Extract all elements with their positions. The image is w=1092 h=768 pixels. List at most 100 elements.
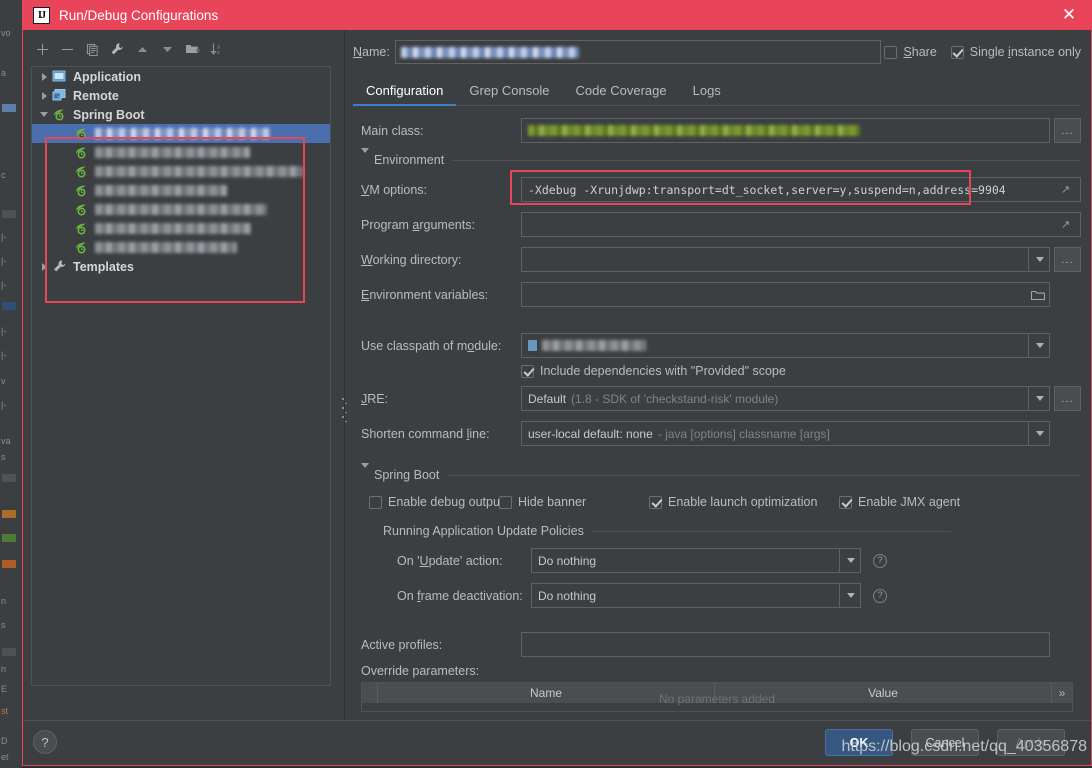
tab-logs[interactable]: Logs	[680, 79, 734, 105]
svg-text:z: z	[217, 50, 220, 56]
jre-value: Default	[528, 391, 567, 406]
main-class-browse-button[interactable]: ...	[1054, 118, 1081, 143]
ide-bg-text: |-	[1, 400, 7, 410]
chevron-down-icon[interactable]	[36, 112, 52, 117]
on-update-action-select[interactable]: Do nothing	[531, 548, 861, 573]
arrow-down-icon[interactable]	[156, 38, 178, 60]
tree-item-spring-boot[interactable]: Spring Boot	[32, 105, 330, 124]
chevron-down-icon[interactable]	[361, 468, 369, 482]
tree-item-application[interactable]: Application	[32, 67, 330, 86]
enable-launch-optimization-checkbox-label: Enable launch optimization	[668, 495, 818, 509]
ide-bg-text: va	[1, 436, 11, 446]
spring-boot-group-label: Spring Boot	[374, 468, 440, 482]
vm-options-row: VM options: -Xdebug -Xrunjdwp:transport=…	[361, 170, 1081, 205]
name-input[interactable]	[395, 40, 881, 64]
application-icon	[52, 69, 69, 85]
share-checkbox[interactable]: Share	[884, 45, 937, 59]
tree-item-configuration[interactable]	[32, 181, 330, 200]
folder-icon[interactable]	[1027, 289, 1049, 301]
spring-boot-group-header[interactable]: Spring Boot	[361, 468, 1081, 482]
override-parameters-table[interactable]: Name Value » No parameters added	[361, 682, 1073, 712]
shorten-command-line-select[interactable]: user-local default: none - java [options…	[521, 421, 1050, 446]
environment-variables-input[interactable]	[521, 282, 1050, 307]
tree-item-remote[interactable]: Remote	[32, 86, 330, 105]
group-divider	[452, 159, 1081, 161]
tree-item-configuration[interactable]	[32, 124, 330, 143]
spring-boot-icon	[74, 183, 91, 199]
shorten-command-line-label: Shorten command line:	[361, 426, 490, 441]
expand-editor-icon[interactable]: ↗	[1061, 183, 1081, 196]
wrench-icon[interactable]	[106, 38, 128, 60]
enable-jmx-agent-checkbox-box	[839, 495, 852, 509]
help-button[interactable]: ?	[33, 730, 57, 754]
enable-debug-output-checkbox[interactable]: Enable debug output	[369, 495, 503, 509]
chevron-right-icon[interactable]	[36, 263, 52, 271]
copy-icon[interactable]	[81, 38, 103, 60]
active-profiles-input[interactable]	[521, 632, 1050, 657]
chevron-down-icon[interactable]	[1028, 422, 1049, 445]
use-classpath-of-module-label: Use classpath of module:	[361, 338, 502, 353]
configuration-name-redacted	[95, 166, 303, 177]
configurations-tree[interactable]: Application Remote Spring Boot Templates	[31, 66, 331, 686]
chevron-down-icon[interactable]	[839, 549, 860, 572]
working-directory-input[interactable]	[521, 247, 1050, 272]
expand-editor-icon[interactable]: ↗	[1061, 218, 1081, 231]
use-classpath-of-module-select[interactable]	[521, 333, 1050, 358]
jre-label: JRE:	[361, 391, 389, 406]
tab-grep-console[interactable]: Grep Console	[456, 79, 562, 105]
tree-item-configuration[interactable]	[32, 200, 330, 219]
ide-bg-text: |-	[1, 326, 7, 336]
ide-bg-chip	[2, 510, 16, 518]
chevron-down-icon[interactable]	[361, 153, 369, 167]
vm-options-label: VM options:	[361, 182, 428, 197]
tree-item-configuration[interactable]	[32, 238, 330, 257]
chevron-right-icon[interactable]	[36, 73, 52, 81]
panel-splitter[interactable]	[339, 30, 351, 720]
enable-jmx-agent-checkbox[interactable]: Enable JMX agent	[839, 495, 960, 509]
new-folder-icon[interactable]	[181, 38, 203, 60]
configurations-toolbar: a z	[23, 36, 339, 62]
tree-item-templates[interactable]: Templates	[32, 257, 330, 276]
wrench-icon	[52, 259, 69, 275]
splitter-handle[interactable]	[342, 398, 347, 422]
ide-bg-chip	[2, 302, 16, 310]
chevron-right-icon[interactable]	[36, 92, 52, 100]
main-class-input[interactable]	[521, 118, 1050, 143]
working-directory-browse-button[interactable]: ...	[1054, 247, 1081, 272]
chevron-down-icon[interactable]	[1028, 387, 1049, 410]
ide-bg-chip	[2, 210, 16, 218]
spring-boot-icon	[74, 164, 91, 180]
on-frame-deactivation-select[interactable]: Do nothing	[531, 583, 861, 608]
spring-boot-icon	[74, 221, 91, 237]
vm-options-input[interactable]: -Xdebug -Xrunjdwp:transport=dt_socket,se…	[521, 177, 1081, 202]
chevron-down-icon[interactable]	[1028, 334, 1049, 357]
editor-tabs[interactable]: Configuration Grep Console Code Coverage Lo…	[353, 76, 1081, 106]
hide-banner-checkbox[interactable]: Hide banner	[499, 495, 586, 509]
ide-bg-text: st	[1, 706, 9, 716]
single-instance-only-checkbox[interactable]: Single instance only	[950, 45, 1081, 59]
enable-launch-optimization-checkbox[interactable]: Enable launch optimization	[649, 495, 817, 509]
program-arguments-input[interactable]	[521, 212, 1081, 237]
jre-select[interactable]: Default (1.8 - SDK of 'checkstand-risk' …	[521, 386, 1050, 411]
chevron-down-icon[interactable]	[1028, 248, 1049, 271]
arrow-up-icon[interactable]	[131, 38, 153, 60]
help-icon[interactable]: ?	[873, 588, 887, 603]
add-configuration-button[interactable]	[31, 38, 53, 60]
tab-code-coverage[interactable]: Code Coverage	[563, 79, 680, 105]
help-icon[interactable]: ?	[873, 553, 887, 568]
tree-item-configuration[interactable]	[32, 143, 330, 162]
chevron-down-icon[interactable]	[839, 584, 860, 607]
remove-configuration-button[interactable]	[56, 38, 78, 60]
tree-item-label: Remote	[73, 88, 119, 103]
sort-az-icon[interactable]: a z	[206, 38, 228, 60]
configuration-name-redacted	[95, 223, 251, 234]
close-icon[interactable]: ✕	[1047, 0, 1091, 30]
environment-group-header[interactable]: Environment	[361, 153, 1081, 167]
tree-item-configuration[interactable]	[32, 162, 330, 181]
spring-boot-icon	[74, 202, 91, 218]
tree-item-configuration[interactable]	[32, 219, 330, 238]
remote-icon	[52, 88, 69, 104]
tab-configuration[interactable]: Configuration	[353, 79, 457, 106]
jre-browse-button[interactable]: ...	[1054, 386, 1081, 411]
include-provided-scope-checkbox[interactable]: Include dependencies with "Provided" sco…	[521, 364, 786, 378]
